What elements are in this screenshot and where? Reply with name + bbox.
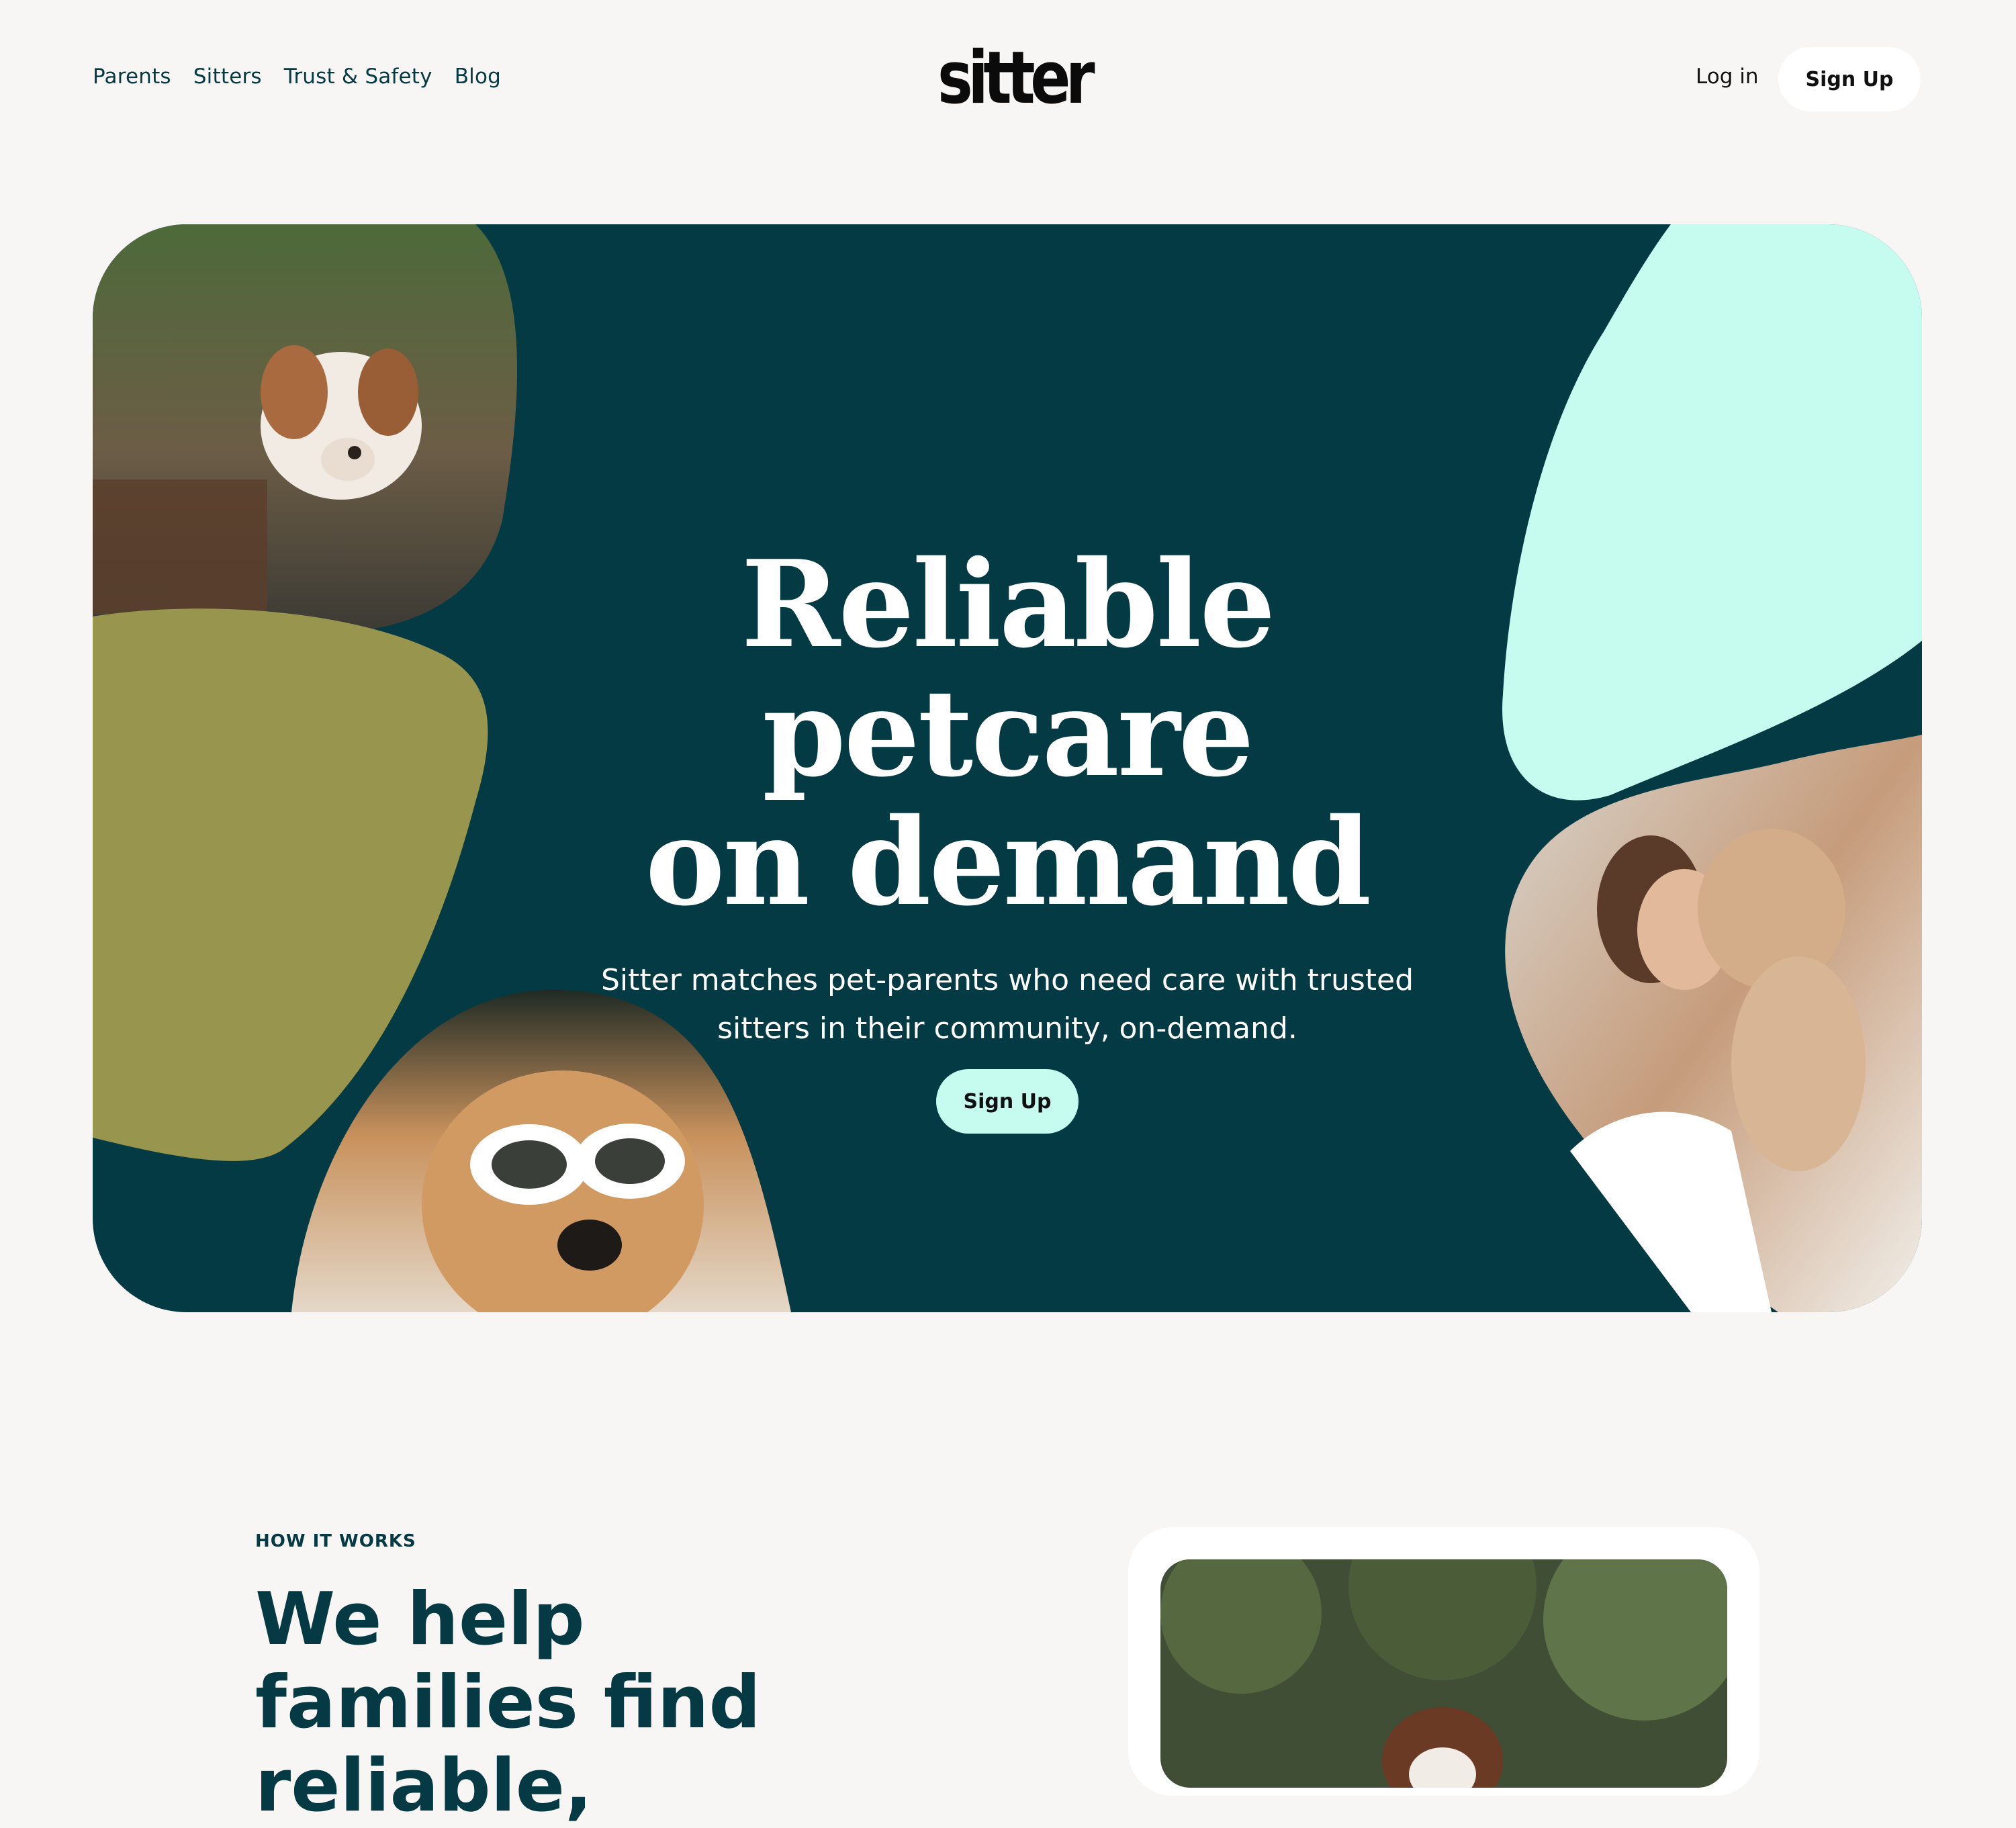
dog-photo-top-left bbox=[93, 224, 518, 634]
garden-photo-graphic bbox=[1160, 1559, 1727, 1788]
hero-content: Reliable petcare on demand Sitter matche… bbox=[496, 540, 1519, 1134]
hero-subtitle: Sitter matches pet-parents who need care… bbox=[601, 963, 1414, 1046]
mint-shape bbox=[1502, 224, 1922, 801]
signup-button-hero[interactable]: Sign Up bbox=[936, 1069, 1079, 1134]
dog-photo-garden bbox=[1160, 1559, 1727, 1788]
nav-blog[interactable]: Blog bbox=[455, 64, 501, 89]
hero-section: Reliable petcare on demand Sitter matche… bbox=[93, 224, 1922, 1312]
sitter-logo[interactable]: sitter bbox=[937, 42, 1095, 116]
hero-title-line1: Reliable petcare bbox=[741, 534, 1275, 803]
nav-parents[interactable]: Parents bbox=[93, 64, 171, 89]
nav-trust-safety[interactable]: Trust & Safety bbox=[284, 64, 432, 89]
how-it-works-label: HOW IT WORKS bbox=[255, 1531, 416, 1551]
hero-title-line2: on demand bbox=[645, 792, 1371, 932]
site-header: Parents Sitters Trust & Safety Blog sitt… bbox=[0, 0, 2016, 158]
how-it-works-card bbox=[1128, 1527, 1759, 1796]
login-link[interactable]: Log in bbox=[1696, 64, 1758, 89]
woman-puppy-photo bbox=[1505, 735, 1922, 1312]
hero-title: Reliable petcare on demand bbox=[496, 540, 1519, 927]
how-it-works-title: We help families find reliable, bbox=[255, 1578, 761, 1828]
main-nav: Parents Sitters Trust & Safety Blog bbox=[93, 64, 501, 89]
signup-button-header[interactable]: Sign Up bbox=[1778, 47, 1921, 111]
nav-sitters[interactable]: Sitters bbox=[193, 64, 262, 89]
